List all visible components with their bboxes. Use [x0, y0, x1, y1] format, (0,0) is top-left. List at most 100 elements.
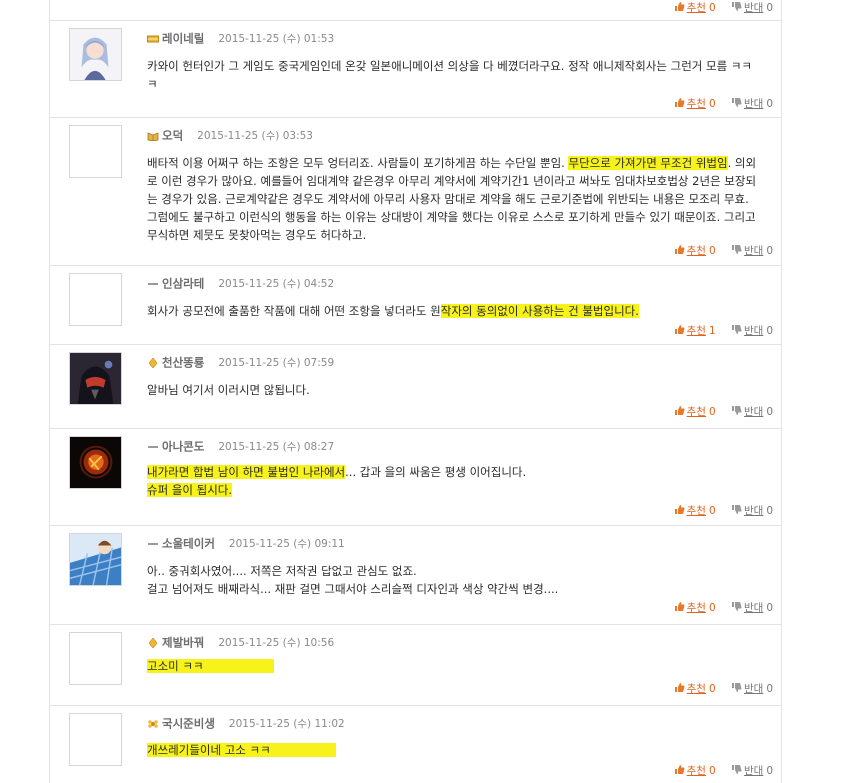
- comment-date: 2015-11-25 (수) 09:11: [228, 537, 345, 550]
- comment-text-line: 걸고 넘어져도 배째라식... 재판 걸면 그때서야 스리슬쩍 디자인과 색상 …: [147, 582, 559, 596]
- comment-body: 배타적 이용 어쩌구 하는 조항은 모두 엉터리죠. 사람들이 포기하게끔 하는…: [147, 154, 777, 244]
- downvote-button[interactable]: 반대 0: [731, 323, 773, 339]
- blank-avatar[interactable]: [69, 713, 122, 766]
- downvote-label[interactable]: 반대: [744, 2, 763, 14]
- downvote-button[interactable]: 반대 0: [731, 404, 773, 420]
- downvote-label[interactable]: 반대: [744, 765, 763, 777]
- comment-author[interactable]: 인삼라테: [162, 277, 204, 291]
- comment-text-line: 회사가 공모전에 출품한 작품에 대해 어떤 조항을 넣더라도 원작자의 동의없…: [147, 302, 777, 320]
- downvote-label[interactable]: 반대: [744, 245, 763, 257]
- comment-date: 2015-11-25 (수) 03:53: [197, 129, 313, 142]
- comment-date: 2015-11-25 (수) 01:53: [218, 32, 335, 45]
- diamond-icon: [147, 637, 159, 648]
- comment-author[interactable]: 오덕: [162, 129, 183, 143]
- upvote-button[interactable]: 추천 0: [674, 96, 716, 112]
- vote-bar: 추천 0 반대 0: [662, 600, 773, 616]
- downvote-label[interactable]: 반대: [744, 683, 763, 695]
- comment-text-line: 그럼에도 불구하고 이런식의 행동을 하는 이유는 상대방이 계약을 했다는 이…: [147, 210, 756, 224]
- thumbs-down-icon: [731, 97, 742, 108]
- thumbs-up-icon: [674, 601, 685, 612]
- downvote-button[interactable]: 반대 0: [731, 503, 773, 519]
- comment-date: 2015-11-25 (수) 10:56: [218, 636, 335, 649]
- comment-item: 레이네릴 2015-11-25 (수) 01:53 카와이 헌터인가 그 게임도 …: [50, 21, 781, 118]
- comment-meta: 레이네릴 2015-11-25 (수) 01:53: [147, 29, 334, 47]
- downvote-button[interactable]: 반대 0: [731, 681, 773, 697]
- comment-body: 알바님 여기서 이러시면 않됩니다.: [147, 381, 777, 399]
- upvote-label[interactable]: 추천: [687, 2, 706, 14]
- vote-bar: 추천 0 반대 0: [662, 763, 773, 779]
- comment-author[interactable]: 소울테이커: [162, 537, 215, 551]
- upvote-count: 1: [708, 325, 716, 337]
- comment-meta: 아나콘도 2015-11-25 (수) 08:27: [147, 437, 334, 455]
- comment-meta: 제발바꿔 2015-11-25 (수) 10:56: [147, 633, 334, 651]
- dark-helmet-avatar[interactable]: [69, 352, 122, 405]
- thumbs-up-icon: [674, 764, 685, 775]
- thumbs-down-icon: [731, 244, 742, 255]
- comment-meta: 오덕 2015-11-25 (수) 03:53: [147, 126, 313, 144]
- downvote-count: 0: [766, 505, 773, 517]
- comment-author[interactable]: 천산똥룡: [162, 356, 204, 370]
- blank-avatar[interactable]: [69, 125, 122, 178]
- comment-author[interactable]: 국시준비생: [162, 717, 215, 731]
- upvote-label[interactable]: 추천: [687, 683, 706, 695]
- upvote-button[interactable]: 추천 0: [674, 243, 716, 259]
- upvote-label[interactable]: 추천: [687, 406, 706, 418]
- thumbs-down-icon: [731, 601, 742, 612]
- upvote-label[interactable]: 추천: [687, 765, 706, 777]
- upvote-button[interactable]: 추천 1: [674, 323, 716, 339]
- upvote-label[interactable]: 추천: [687, 245, 706, 257]
- downvote-label[interactable]: 반대: [744, 505, 763, 517]
- blank-avatar[interactable]: [69, 632, 122, 685]
- comment-text-line: 알바님 여기서 이러시면 않됩니다.: [147, 383, 310, 397]
- fire-orb-avatar[interactable]: [69, 436, 122, 489]
- upvote-label[interactable]: 추천: [687, 98, 706, 110]
- highlighted-text: 고소미 ㅋㅋ: [147, 659, 274, 673]
- downvote-button[interactable]: 반대 0: [731, 600, 773, 616]
- comment-text: 회사가 공모전에 출품한 작품에 대해 어떤 조항을 넣더라도 원: [147, 304, 441, 318]
- upvote-button[interactable]: 추천 0: [674, 681, 716, 697]
- downvote-label[interactable]: 반대: [744, 602, 763, 614]
- comment-list: 추천 0 반대 0 레이네릴 2015-11-25 (수) 01:53 카와이 헌터인…: [0, 0, 850, 783]
- comment-body: 개쓰레기들이네 고소 ㅋㅋ: [147, 741, 777, 759]
- comment-item: 아나콘도 2015-11-25 (수) 08:27 내가라면 합법 남이 하면 불…: [50, 429, 781, 526]
- downvote-label[interactable]: 반대: [744, 406, 763, 418]
- highlighted-text: 슈퍼 을이 됩시다.: [147, 483, 233, 497]
- downvote-label[interactable]: 반대: [744, 325, 763, 337]
- downvote-button[interactable]: 반대 0: [731, 0, 773, 16]
- thumbs-up-icon: [674, 97, 685, 108]
- downvote-button[interactable]: 반대 0: [731, 96, 773, 112]
- downvote-button[interactable]: 반대 0: [731, 763, 773, 779]
- comment-author[interactable]: 레이네릴: [162, 32, 204, 46]
- downvote-button[interactable]: 반대 0: [731, 243, 773, 259]
- comment-meta: 인삼라테 2015-11-25 (수) 04:52: [147, 274, 334, 292]
- upvote-button[interactable]: 추천 0: [674, 503, 716, 519]
- upvote-label[interactable]: 추천: [687, 602, 706, 614]
- upvote-label[interactable]: 추천: [687, 505, 706, 517]
- upvote-button[interactable]: 추천 0: [674, 0, 716, 16]
- anime-blue-avatar[interactable]: [69, 533, 122, 586]
- anime-girl-avatar[interactable]: [69, 28, 122, 81]
- downvote-count: 0: [766, 325, 773, 337]
- highlighted-text: 작자의 동의없이 사용하는 건 불법입니다.: [440, 304, 639, 318]
- upvote-button[interactable]: 추천 0: [674, 600, 716, 616]
- comment-author[interactable]: 아나콘도: [162, 440, 204, 454]
- downvote-label[interactable]: 반대: [744, 98, 763, 110]
- blank-avatar[interactable]: [69, 273, 122, 326]
- comment-item: 소울테이커 2015-11-25 (수) 09:11 아.. 중궈회사였어....…: [50, 526, 781, 625]
- downvote-count: 0: [766, 406, 773, 418]
- downvote-count: 0: [766, 602, 773, 614]
- upvote-button[interactable]: 추천 0: [674, 404, 716, 420]
- downvote-count: 0: [766, 765, 773, 777]
- upvote-label[interactable]: 추천: [687, 325, 706, 337]
- comment-text-line: ㅋ: [147, 77, 158, 91]
- vote-bar: 추천 0 반대 0: [662, 404, 773, 420]
- comment-item: 오덕 2015-11-25 (수) 03:53 배타적 이용 어쩌구 하는 조항은…: [50, 118, 781, 266]
- comment-author[interactable]: 제발바꿔: [162, 636, 204, 650]
- upvote-count: 0: [708, 98, 716, 110]
- thumbs-down-icon: [731, 405, 742, 416]
- comment-body: 카와이 헌터인가 그 게임도 중국게임인데 온갖 일본애니메이션 의상을 다 베…: [147, 57, 777, 93]
- upvote-button[interactable]: 추천 0: [674, 763, 716, 779]
- comment-text: . 의외: [727, 156, 757, 170]
- thumbs-up-icon: [674, 324, 685, 335]
- diamond-icon: [147, 357, 159, 368]
